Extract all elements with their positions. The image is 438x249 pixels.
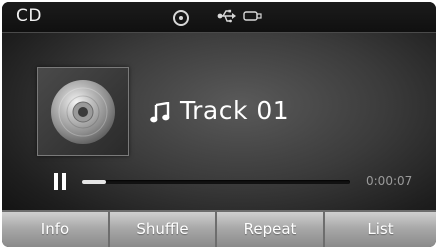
player-stage: CD Track 01 0:00:07 Info Shuffle Repeat … <box>2 2 436 247</box>
music-note-icon <box>150 102 170 123</box>
pause-icon[interactable] <box>54 173 66 190</box>
info-button[interactable]: Info <box>2 212 108 247</box>
cd-disc-icon <box>51 80 115 144</box>
progress-fill <box>82 180 107 184</box>
disc-icon <box>173 10 189 26</box>
elapsed-time: 0:00:07 <box>366 174 413 188</box>
status-bar: CD <box>2 2 436 33</box>
list-button[interactable]: List <box>325 212 436 247</box>
progress-bar[interactable] <box>82 180 350 184</box>
repeat-button[interactable]: Repeat <box>217 212 323 247</box>
usb-plug-icon <box>243 11 262 21</box>
bottom-button-bar: Info Shuffle Repeat List <box>2 210 436 247</box>
shuffle-button[interactable]: Shuffle <box>110 212 215 247</box>
album-art <box>37 67 129 156</box>
track-title: Track 01 <box>180 96 290 125</box>
cd-player-screen: CD Track 01 0:00:07 Info Shuffle Repeat … <box>0 0 438 249</box>
source-title: CD <box>16 6 42 26</box>
usb-icon <box>217 9 236 23</box>
